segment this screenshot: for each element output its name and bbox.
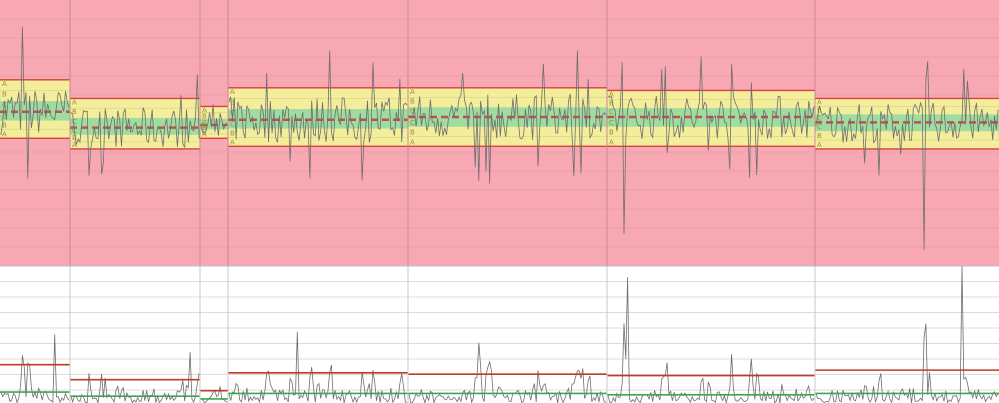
zone-label: B	[609, 129, 614, 137]
chart-canvas: ABCCBAABCCBAABCCBAABCCBAABCCBAABCCBAABCC…	[0, 0, 999, 403]
zone-label: C	[230, 121, 235, 129]
control-chart-figure: ABCCBAABCCBAABCCBAABCCBAABCCBAABCCBAABCC…	[0, 0, 999, 403]
zone-label: C	[410, 119, 415, 127]
zone-label: B	[230, 129, 235, 137]
zone-label: A	[72, 98, 77, 106]
zone-label: B	[410, 98, 415, 106]
zone-label: C	[72, 118, 77, 126]
zone-label: A	[2, 80, 7, 88]
phase-3: ABCCBA	[199, 104, 229, 140]
zone-label: B	[2, 90, 7, 98]
zone-label: C	[817, 123, 822, 131]
zone-label: A	[410, 88, 415, 96]
zone-c-band	[70, 117, 200, 135]
zone-label: A	[609, 138, 614, 146]
individuals-chart-panel: ABCCBAABCCBAABCCBAABCCBAABCCBAABCCBAABCC…	[0, 0, 999, 266]
zone-label: C	[609, 119, 614, 127]
zone-label: B	[410, 129, 415, 137]
zone-label: A	[817, 98, 822, 106]
zone-label: A	[230, 88, 235, 96]
zone-label: A	[817, 141, 822, 149]
zone-label: B	[817, 132, 822, 140]
zone-label: A	[2, 130, 7, 138]
zone-label: A	[230, 138, 235, 146]
moving-range-chart-panel	[0, 265, 999, 403]
moving-range-background	[0, 266, 999, 403]
zone-label: C	[609, 108, 614, 116]
zone-label: A	[410, 138, 415, 146]
